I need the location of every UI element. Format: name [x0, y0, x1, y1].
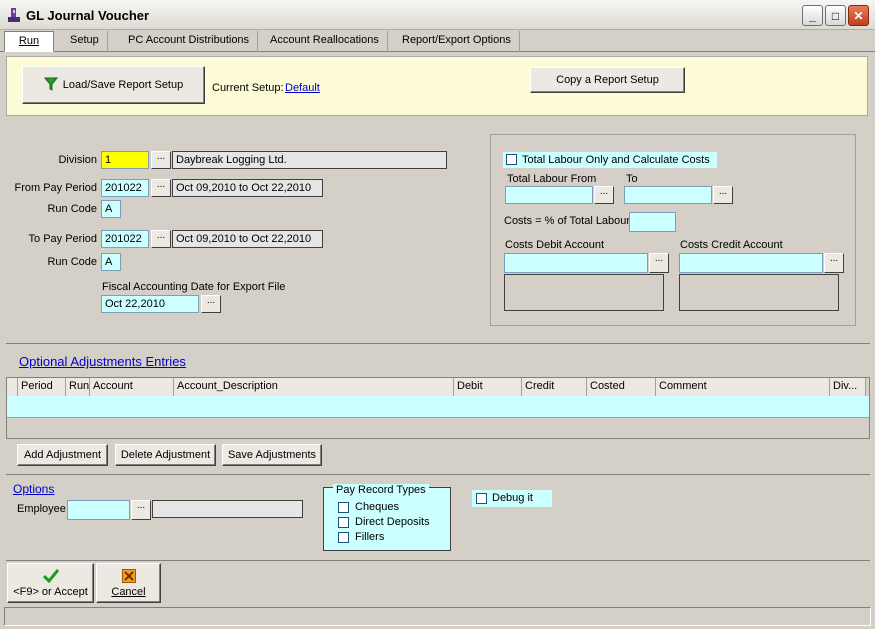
- to-run-code-label: Run Code: [47, 256, 97, 268]
- cheques-checkbox[interactable]: [338, 502, 349, 513]
- fiscal-date-picker-button[interactable]: ...: [201, 295, 221, 313]
- minimize-icon: _: [809, 8, 816, 23]
- col-account-description[interactable]: Account_Description: [174, 378, 454, 396]
- minimize-button[interactable]: _: [802, 5, 823, 26]
- total-labour-only-checkbox[interactable]: [506, 154, 517, 165]
- employee-label: Employee: [17, 503, 66, 515]
- division-name: Daybreak Logging Ltd.: [172, 151, 447, 169]
- col-credit[interactable]: Credit: [522, 378, 587, 396]
- status-bar: [4, 607, 871, 626]
- cancel-label: Cancel: [111, 585, 146, 598]
- optional-adjustments-link[interactable]: Optional Adjustments Entries: [19, 354, 186, 369]
- divider-actions: [6, 560, 870, 561]
- fillers-label: Fillers: [355, 531, 385, 543]
- tab-setup[interactable]: Setup: [62, 31, 108, 52]
- total-labour-to-lookup-button[interactable]: ...: [713, 186, 733, 204]
- maximize-icon: □: [831, 8, 840, 23]
- table-row[interactable]: [7, 396, 869, 418]
- grid-row-header: [7, 378, 18, 396]
- checkmark-icon: [42, 568, 59, 586]
- costs-debit-label: Costs Debit Account: [505, 239, 605, 251]
- maximize-button[interactable]: □: [825, 5, 846, 26]
- costs-debit-lookup-button[interactable]: ...: [649, 253, 669, 273]
- save-adjustments-button[interactable]: Save Adjustments: [222, 444, 322, 466]
- to-pay-period-range: Oct 09,2010 to Oct 22,2010: [172, 230, 323, 248]
- costs-credit-input[interactable]: [679, 253, 823, 273]
- from-pay-period-input[interactable]: 201022: [101, 179, 149, 197]
- costs-percent-label: Costs = % of Total Labour: [504, 215, 631, 227]
- to-pay-period-input[interactable]: 201022: [101, 230, 149, 248]
- col-debit[interactable]: Debit: [454, 378, 522, 396]
- copy-report-setup-button[interactable]: Copy a Report Setup: [530, 67, 685, 93]
- direct-deposits-label: Direct Deposits: [355, 516, 430, 528]
- to-pay-period-lookup-button[interactable]: ...: [151, 230, 171, 248]
- from-pay-period-range: Oct 09,2010 to Oct 22,2010: [172, 179, 323, 197]
- current-setup-link[interactable]: Default: [285, 82, 320, 94]
- accept-label: <F9> or Accept: [13, 585, 88, 598]
- total-labour-to-label: To: [626, 173, 638, 185]
- title-bar: GL Journal Voucher _ □ ✕: [0, 0, 875, 30]
- from-pay-period-label: From Pay Period: [14, 182, 97, 194]
- from-pay-period-lookup-button[interactable]: ...: [151, 179, 171, 197]
- costs-percent-input[interactable]: [629, 212, 676, 232]
- costs-credit-label: Costs Credit Account: [680, 239, 783, 251]
- col-comment[interactable]: Comment: [656, 378, 830, 396]
- load-save-setup-label: Load/Save Report Setup: [62, 79, 184, 91]
- employee-name: [152, 500, 303, 518]
- total-labour-from-input[interactable]: [505, 186, 593, 204]
- tab-account-reallocations[interactable]: Account Reallocations: [262, 31, 388, 52]
- divider-adjustments: [6, 343, 870, 344]
- from-run-code-input[interactable]: A: [101, 200, 121, 218]
- total-labour-from-label: Total Labour From: [507, 173, 597, 185]
- tab-bar: Run Setup PC Account Distributions Accou…: [0, 30, 875, 52]
- debug-checkbox[interactable]: [476, 493, 487, 504]
- from-run-code-label: Run Code: [47, 203, 97, 215]
- debug-label: Debug it: [492, 492, 533, 504]
- total-labour-from-lookup-button[interactable]: ...: [594, 186, 614, 204]
- cancel-icon: [121, 568, 136, 586]
- close-icon: ✕: [853, 8, 864, 23]
- costs-debit-description: [504, 274, 664, 311]
- col-costed[interactable]: Costed: [587, 378, 656, 396]
- employee-input[interactable]: [67, 500, 130, 520]
- tab-run[interactable]: Run: [4, 31, 54, 52]
- direct-deposits-checkbox[interactable]: [338, 517, 349, 528]
- window-title: GL Journal Voucher: [26, 8, 150, 23]
- pay-record-types-title: Pay Record Types: [333, 484, 429, 496]
- options-link[interactable]: Options: [13, 482, 54, 496]
- col-div[interactable]: Div...: [830, 378, 866, 396]
- tab-report-export-options[interactable]: Report/Export Options: [394, 31, 520, 52]
- current-setup-label: Current Setup:: [212, 82, 284, 94]
- fiscal-date-input[interactable]: Oct 22,2010: [101, 295, 199, 313]
- add-adjustment-button[interactable]: Add Adjustment: [17, 444, 108, 466]
- col-period[interactable]: Period: [18, 378, 66, 396]
- division-input[interactable]: 1: [101, 151, 149, 169]
- divider-options: [6, 474, 870, 475]
- fiscal-date-label: Fiscal Accounting Date for Export File: [102, 281, 286, 293]
- to-pay-period-label: To Pay Period: [28, 233, 97, 245]
- col-account[interactable]: Account: [90, 378, 174, 396]
- adjustments-grid[interactable]: Period Run Account Account_Description D…: [6, 377, 870, 439]
- costs-credit-lookup-button[interactable]: ...: [824, 253, 844, 273]
- division-label: Division: [58, 154, 97, 166]
- col-run[interactable]: Run: [66, 378, 90, 396]
- tab-pc-account-distributions[interactable]: PC Account Distributions: [120, 31, 259, 52]
- costs-credit-description: [679, 274, 839, 311]
- filter-icon: [43, 77, 58, 94]
- delete-adjustment-button[interactable]: Delete Adjustment: [115, 444, 216, 466]
- app-icon: [7, 7, 21, 23]
- employee-lookup-button[interactable]: ...: [131, 500, 151, 520]
- cheques-label: Cheques: [355, 501, 400, 513]
- to-run-code-input[interactable]: A: [101, 253, 121, 271]
- accept-button[interactable]: <F9> or Accept: [7, 563, 94, 603]
- division-lookup-button[interactable]: ...: [151, 151, 171, 169]
- close-button[interactable]: ✕: [848, 5, 869, 26]
- load-save-setup-button[interactable]: Load/Save Report Setup: [22, 66, 205, 104]
- cancel-button[interactable]: Cancel: [96, 563, 161, 603]
- total-labour-to-input[interactable]: [624, 186, 712, 204]
- fillers-checkbox[interactable]: [338, 532, 349, 543]
- costs-debit-input[interactable]: [504, 253, 648, 273]
- total-labour-only-label: Total Labour Only and Calculate Costs: [522, 154, 710, 166]
